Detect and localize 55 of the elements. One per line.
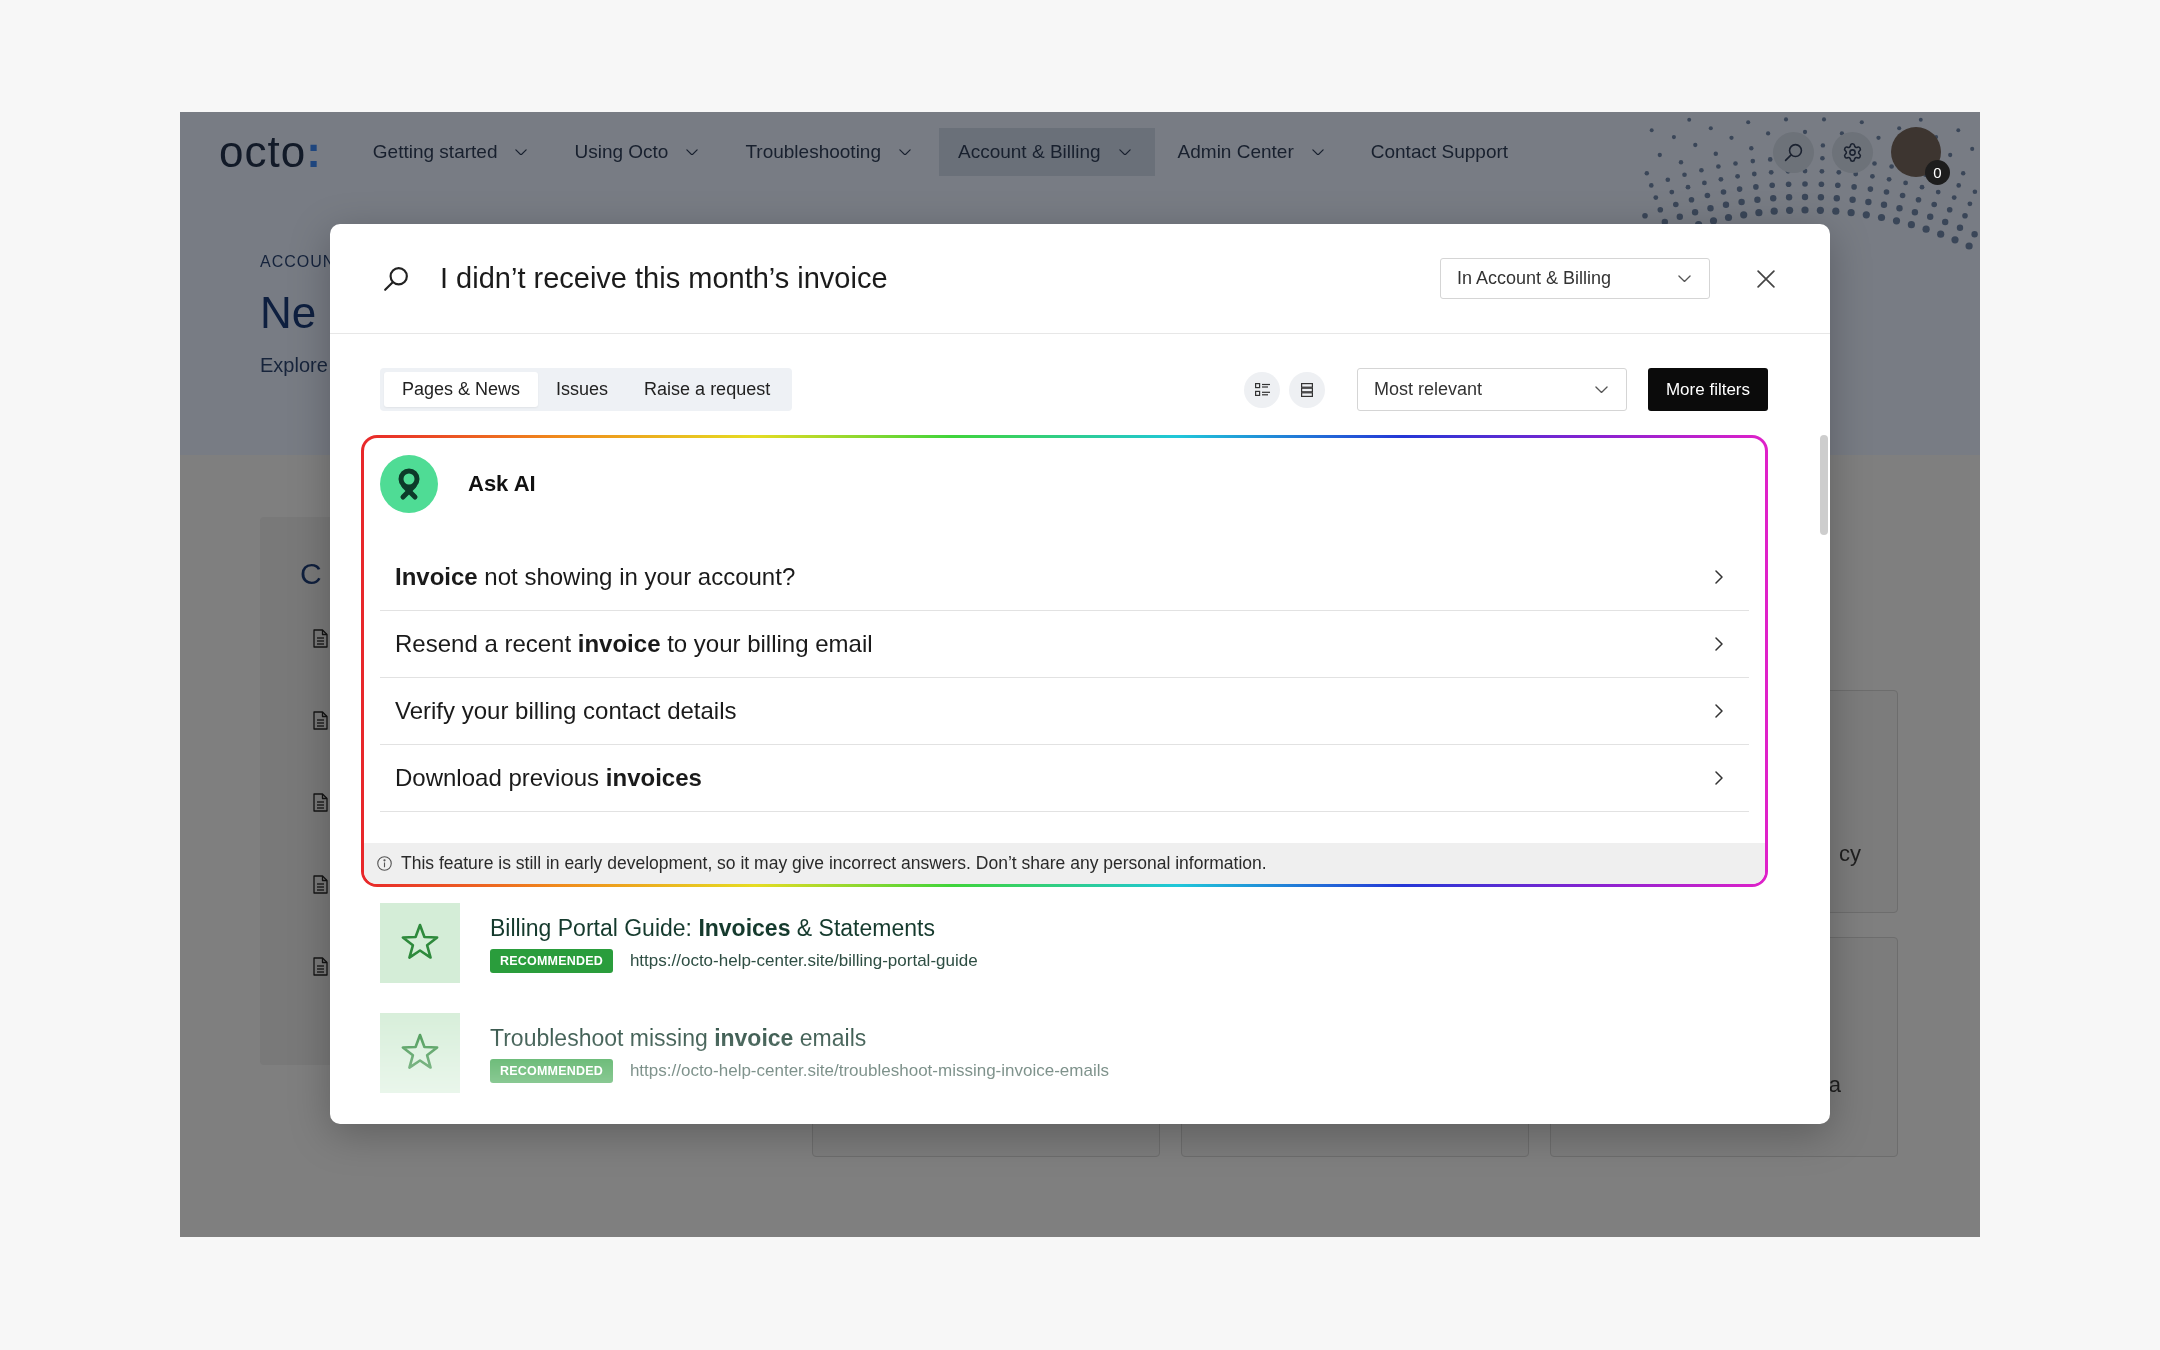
chevron-right-icon: [1715, 771, 1723, 785]
search-icon: [1784, 142, 1803, 162]
disclaimer-text: This feature is still in early development, so it may give incorrect answers. Don’t share any personal information.: [401, 853, 1267, 874]
search-button[interactable]: [1773, 131, 1814, 173]
result-url[interactable]: https://octo-help-center.site/billing-portal-guide: [629, 951, 978, 971]
nav-item[interactable]: Getting started: [353, 128, 552, 176]
rows-icon: [1301, 382, 1313, 397]
list-icon: [1254, 383, 1270, 396]
scope-dropdown[interactable]: In Account & Billing: [1440, 258, 1710, 299]
sort-dropdown[interactable]: Most relevant: [1357, 368, 1627, 411]
document-icon: [313, 957, 328, 976]
card-text: cy: [1839, 841, 1861, 867]
nav-item[interactable]: Contact Support: [1351, 128, 1533, 176]
info-icon: [377, 856, 392, 871]
caret-icon: [1595, 385, 1608, 394]
result-title-link[interactable]: Billing Portal Guide: Invoices & Statements: [490, 914, 935, 942]
nav-item[interactable]: Admin Center: [1158, 128, 1348, 176]
result-title-link[interactable]: Troubleshoot missing invoice emails: [490, 1024, 867, 1052]
suggestion-item[interactable]: Download previous invoices: [380, 745, 1749, 812]
detailed-list-view-button[interactable]: [1244, 371, 1280, 408]
document-icon: [313, 629, 328, 648]
tab[interactable]: Raise a request: [626, 372, 789, 407]
suggestion-item[interactable]: Verify your billing contact details: [380, 678, 1749, 745]
scrollbar[interactable]: [1820, 435, 1828, 535]
compact-list-view-button[interactable]: [1289, 371, 1325, 408]
chevron-right-icon: [1715, 637, 1723, 651]
document-icon: [313, 793, 328, 812]
page-subtitle: Explore: [260, 353, 328, 377]
nav-item[interactable]: Using Octo: [555, 128, 723, 176]
recommended-badge: RECOMMENDED: [490, 1059, 613, 1083]
recommended-badge: RECOMMENDED: [490, 949, 613, 973]
card-title: C: [300, 557, 322, 591]
avatar-placeholder[interactable]: [1891, 127, 1941, 177]
settings-button[interactable]: [1832, 131, 1873, 173]
tab[interactable]: Issues: [538, 372, 627, 407]
document-icon: [313, 875, 328, 894]
chevron-right-icon: [1715, 570, 1723, 584]
settings-icon: [1842, 141, 1863, 163]
more-filters-button[interactable]: More filters: [1648, 368, 1768, 411]
card-text: a: [1828, 1072, 1841, 1098]
page-title: Ne: [260, 288, 317, 338]
chevron-right-icon: [1715, 704, 1723, 718]
logo[interactable]: octo:: [219, 130, 322, 174]
tab[interactable]: Pages & News: [384, 372, 539, 407]
suggestion-item[interactable]: Invoice not showing in your account?: [380, 544, 1749, 611]
caret-icon: [1678, 274, 1691, 283]
ribbon-icon: [380, 455, 438, 513]
notification-badge: 0: [1925, 160, 1950, 185]
suggestion-item[interactable]: Resend a recent invoice to your billing email: [380, 611, 1749, 678]
close-icon[interactable]: [1757, 269, 1775, 288]
nav-item[interactable]: Troubleshooting: [726, 128, 935, 176]
document-icon: [313, 711, 328, 730]
search-field[interactable]: I didn’t receive this month’s invoice: [440, 262, 1440, 295]
ask-ai-title: Ask AI: [468, 471, 536, 497]
search-icon: [383, 265, 409, 292]
